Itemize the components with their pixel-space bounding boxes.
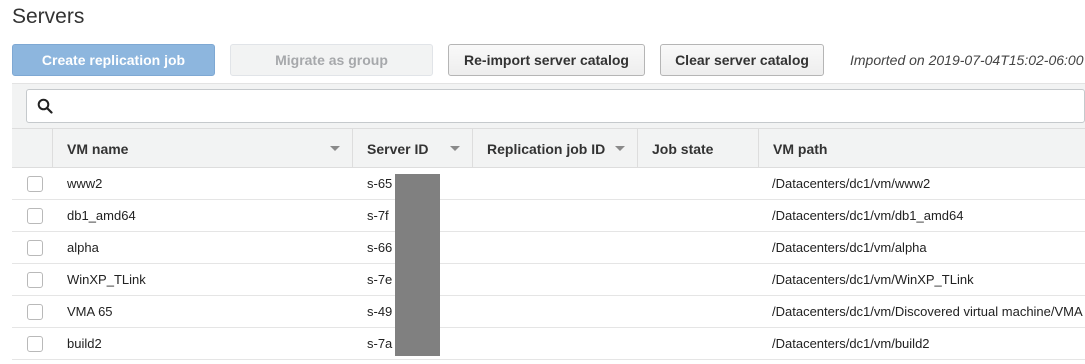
vm-path-cell: /Datacenters/dc1/vm/Discovered virtual m… (772, 304, 1083, 319)
table-row[interactable]: WinXP_TLink s-7e /Datacenters/dc1/vm/Win… (12, 264, 1085, 296)
table-header: VM name Server ID Replication job ID Job… (12, 128, 1085, 168)
vm-name-cell: VMA 65 (67, 304, 113, 319)
vm-name-cell: alpha (67, 240, 99, 255)
table-row[interactable]: VMA 65 s-49 /Datacenters/dc1/vm/Discover… (12, 296, 1085, 328)
clear-server-catalog-button[interactable]: Clear server catalog (660, 44, 824, 76)
row-checkbox[interactable] (27, 176, 43, 192)
table-row[interactable]: build2 s-7a /Datacenters/dc1/vm/build2 (12, 328, 1085, 360)
job-state-cell (652, 328, 752, 359)
job-state-cell (652, 232, 752, 263)
sort-caret-icon[interactable] (330, 146, 340, 151)
column-header-vm-name[interactable]: VM name (52, 129, 352, 168)
servers-table: VM name Server ID Replication job ID Job… (12, 128, 1085, 360)
column-header-vm-path[interactable]: VM path (758, 129, 1085, 168)
vm-name-cell: db1_amd64 (67, 208, 136, 223)
table-row[interactable]: alpha s-66 /Datacenters/dc1/vm/alpha (12, 232, 1085, 264)
column-header-replication-job-id[interactable]: Replication job ID (472, 129, 637, 168)
row-checkbox[interactable] (27, 304, 43, 320)
vm-path-cell: /Datacenters/dc1/vm/www2 (772, 176, 931, 191)
column-label: Server ID (367, 140, 429, 157)
vm-name-cell: build2 (67, 336, 102, 351)
replication-job-id-cell (487, 296, 632, 327)
row-checkbox[interactable] (27, 272, 43, 288)
vm-path-cell: /Datacenters/dc1/vm/alpha (772, 240, 927, 255)
search-icon (37, 98, 53, 114)
sort-caret-icon[interactable] (450, 146, 460, 151)
search-input[interactable] (26, 89, 1085, 123)
replication-job-id-cell (487, 328, 632, 359)
column-label: Replication job ID (487, 140, 606, 157)
vm-path-cell: /Datacenters/dc1/vm/db1_amd64 (772, 208, 964, 223)
page-title: Servers (12, 5, 85, 28)
column-label: VM path (773, 140, 828, 157)
column-header-job-state[interactable]: Job state (637, 129, 758, 168)
replication-job-id-cell (487, 264, 632, 295)
column-header-server-id[interactable]: Server ID (352, 129, 472, 168)
vm-path-cell: /Datacenters/dc1/vm/build2 (772, 336, 930, 351)
migrate-as-group-button[interactable]: Migrate as group (230, 44, 433, 76)
job-state-cell (652, 200, 752, 231)
replication-job-id-cell (487, 168, 632, 199)
vm-path-cell: /Datacenters/dc1/vm/WinXP_TLink (772, 272, 974, 287)
search-bar (12, 83, 1085, 128)
job-state-cell (652, 168, 752, 199)
imported-timestamp: Imported on 2019-07-04T15:02-06:00 (850, 52, 1084, 68)
redaction-block (395, 174, 440, 356)
job-state-cell (652, 296, 752, 327)
vm-name-cell: WinXP_TLink (67, 272, 146, 287)
create-replication-job-button[interactable]: Create replication job (12, 44, 215, 76)
row-checkbox[interactable] (27, 208, 43, 224)
job-state-cell (652, 264, 752, 295)
replication-job-id-cell (487, 200, 632, 231)
column-label: Job state (652, 140, 714, 157)
vm-name-cell: www2 (67, 176, 103, 191)
replication-job-id-cell (487, 232, 632, 263)
table-row[interactable]: db1_amd64 s-7f /Datacenters/dc1/vm/db1_a… (12, 200, 1085, 232)
column-label: VM name (67, 140, 129, 157)
row-checkbox[interactable] (27, 240, 43, 256)
table-row[interactable]: www2 s-65 /Datacenters/dc1/vm/www2 (12, 168, 1085, 200)
reimport-server-catalog-button[interactable]: Re-import server catalog (448, 44, 645, 76)
sort-caret-icon[interactable] (615, 146, 625, 151)
row-checkbox[interactable] (27, 336, 43, 352)
